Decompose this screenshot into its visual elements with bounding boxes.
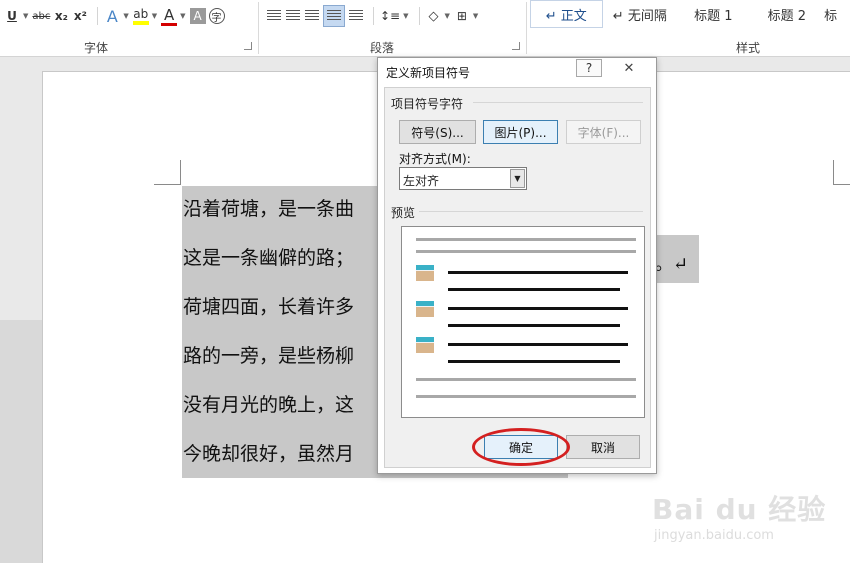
paragraph[interactable]: 荷塘四面，长着许多: [183, 295, 354, 319]
preview-line: [416, 378, 636, 381]
font-dialog-launcher-icon[interactable]: [244, 42, 252, 50]
crop-mark: [154, 184, 181, 185]
borders-icon[interactable]: ⊞: [454, 5, 470, 27]
preview-line: [448, 271, 628, 274]
watermark-url: jingyan.baidu.com: [654, 528, 774, 543]
left-margin-area: [0, 320, 42, 563]
paragraph[interactable]: 路的一旁，是些杨柳: [183, 344, 354, 368]
line-spacing-button[interactable]: ↕≡: [380, 5, 400, 27]
font-button[interactable]: 字体(F)...: [566, 120, 641, 144]
chevron-down-icon[interactable]: ▼: [510, 169, 525, 188]
font-group-label: 字体: [84, 41, 109, 55]
crop-mark: [833, 160, 834, 184]
superscript-button[interactable]: x²: [72, 5, 88, 27]
shading-icon[interactable]: ◇: [426, 5, 442, 27]
divider: [97, 7, 99, 25]
preview-line: [448, 307, 628, 310]
paragraph[interactable]: 沿着荷塘，是一条曲: [183, 197, 354, 221]
help-button[interactable]: ?: [576, 59, 602, 77]
picture-bullet-icon: [416, 265, 434, 281]
paragraph[interactable]: 没有月光的晚上，这: [183, 393, 354, 417]
divider: [473, 102, 643, 103]
bullet-character-section-label: 项目符号字符: [391, 97, 464, 111]
chevron-down-icon[interactable]: ▼: [180, 12, 185, 20]
picture-button[interactable]: 图片(P)...: [483, 120, 558, 144]
style-heading-1[interactable]: 标题 1: [677, 0, 750, 28]
divider: [418, 7, 420, 25]
cancel-button[interactable]: 取消: [566, 435, 640, 459]
group-divider: [526, 2, 527, 54]
paragraph[interactable]: 这是一条幽僻的路；: [183, 246, 354, 270]
style-heading-2[interactable]: 标题 2: [751, 0, 824, 28]
style-normal[interactable]: ↵ 正文: [530, 0, 603, 28]
chevron-down-icon[interactable]: ▼: [445, 12, 450, 20]
strikethrough-button[interactable]: abc: [32, 5, 50, 27]
ribbon: U ▼ abc x₂ x² A ▼ ab ▼ A ▼ A 字 ↕≡ ▼ ◇ ▼ …: [0, 0, 850, 57]
paragraph-group-label: 段落: [370, 41, 395, 55]
preview-box: [401, 226, 645, 418]
preview-line: [448, 288, 620, 291]
subscript-button[interactable]: x₂: [53, 5, 69, 27]
distributed-button[interactable]: [348, 5, 364, 27]
alignment-select[interactable]: 左对齐 ▼: [399, 167, 527, 190]
picture-bullet-icon: [416, 337, 434, 353]
chevron-down-icon[interactable]: ▼: [123, 12, 128, 20]
divider: [419, 211, 643, 212]
paragraph-toolbar: ↕≡ ▼ ◇ ▼ ⊞ ▼: [266, 4, 482, 28]
preview-line: [448, 324, 620, 327]
justify-button[interactable]: [323, 5, 345, 27]
alignment-value: 左对齐: [403, 174, 440, 188]
watermark-brand: Bai du 经验: [652, 493, 827, 526]
enclose-char-button[interactable]: 字: [208, 8, 225, 24]
chevron-down-icon[interactable]: ▼: [473, 12, 478, 20]
preview-section-label: 预览: [391, 206, 416, 220]
chevron-down-icon[interactable]: ▼: [23, 12, 28, 20]
char-shading-button[interactable]: A: [189, 8, 206, 24]
crop-mark: [180, 160, 181, 184]
styles-gallery: ↵ 正文 ↵ 无间隔 标题 1 标题 2 标: [530, 0, 850, 32]
highlight-button[interactable]: ab: [132, 7, 149, 25]
picture-bullet-icon: [416, 301, 434, 317]
align-right-button[interactable]: [304, 5, 320, 27]
font-toolbar: U ▼ abc x₂ x² A ▼ ab ▼ A ▼ A 字: [4, 4, 228, 28]
style-title[interactable]: 标: [824, 0, 849, 28]
highlight-annotation: [472, 428, 570, 466]
paragraph-tail: 。↵: [655, 254, 689, 275]
preview-line: [416, 395, 636, 398]
paragraph-dialog-launcher-icon[interactable]: [512, 42, 520, 50]
font-color-button[interactable]: A: [161, 6, 178, 26]
close-button[interactable]: ✕: [608, 59, 650, 77]
style-no-spacing[interactable]: ↵ 无间隔: [604, 0, 677, 28]
paragraph[interactable]: 今晚却很好，虽然月: [183, 442, 354, 466]
preview-line: [448, 343, 628, 346]
symbol-button[interactable]: 符号(S)...: [399, 120, 476, 144]
dialog-body: 项目符号字符 符号(S)... 图片(P)... 字体(F)... 对齐方式(M…: [384, 87, 651, 468]
baidu-watermark: Bai du 经验 jingyan.baidu.com: [652, 488, 850, 563]
crop-mark: [833, 184, 850, 185]
dialog-title: 定义新项目符号: [386, 66, 471, 80]
chevron-down-icon[interactable]: ▼: [403, 12, 408, 20]
preview-line: [416, 238, 636, 241]
group-divider: [258, 2, 259, 54]
styles-group-label: 样式: [736, 41, 761, 55]
chevron-down-icon[interactable]: ▼: [152, 12, 157, 20]
preview-line: [416, 250, 636, 253]
alignment-label: 对齐方式(M):: [399, 152, 471, 166]
align-left-button[interactable]: [266, 5, 282, 27]
define-bullet-dialog: 定义新项目符号 ? ✕ 项目符号字符 符号(S)... 图片(P)... 字体(…: [377, 57, 657, 474]
preview-line: [448, 360, 620, 363]
text-effects-button[interactable]: A: [104, 5, 120, 27]
align-center-button[interactable]: [285, 5, 301, 27]
divider: [373, 7, 374, 25]
underline-button[interactable]: U: [4, 5, 20, 27]
